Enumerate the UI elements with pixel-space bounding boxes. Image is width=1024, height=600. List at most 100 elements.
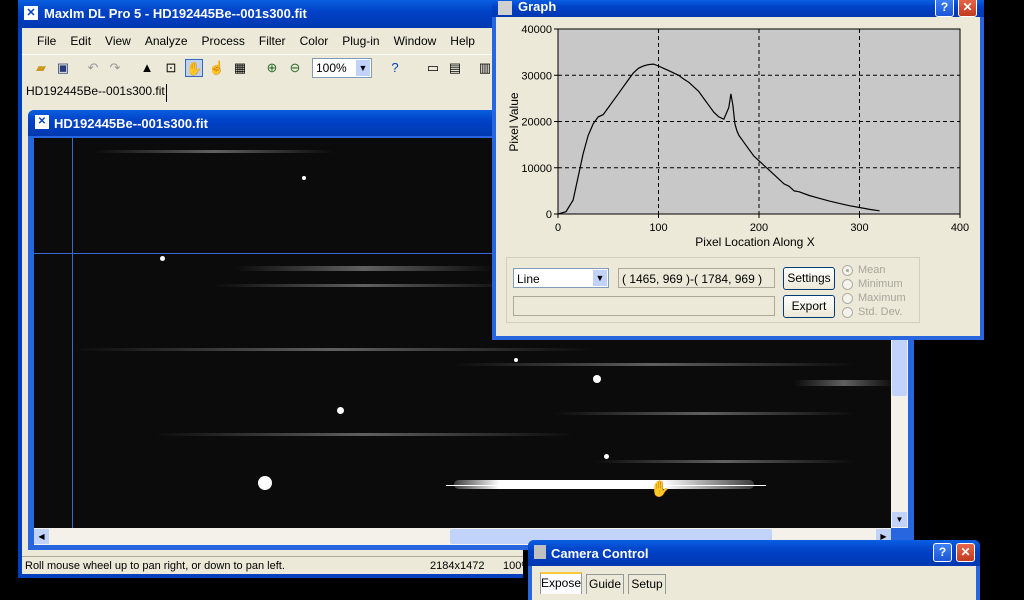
image-window-icon: ✕ [35, 115, 49, 129]
star [593, 375, 601, 383]
help-icon[interactable]: ? [933, 543, 952, 562]
tab-guide-label: Guide [588, 577, 622, 591]
spectrum-streak [74, 348, 594, 351]
chevron-down-icon: ▼ [593, 270, 607, 286]
scroll-down-icon[interactable]: ▼ [892, 512, 907, 527]
zoom-select[interactable]: 100% ▼ [312, 58, 372, 78]
settings-button[interactable]: Settings [783, 267, 835, 290]
spectrum-streak [234, 266, 494, 271]
tab-expose-label: Expose [541, 576, 582, 590]
stat-options: Mean Minimum Maximum Std. Dev. [842, 263, 912, 323]
document-tab-label: HD192445Be--001s300.fit [26, 84, 165, 98]
star [604, 454, 609, 459]
graph-titlebar[interactable]: Graph ? ✕ [492, 0, 984, 17]
mode-select[interactable]: Line ▼ [513, 268, 609, 288]
pan-icon[interactable]: ✋ [185, 59, 203, 77]
star [160, 256, 165, 261]
status-zoom: 100% [503, 560, 532, 572]
menu-filter[interactable]: Filter [259, 34, 286, 48]
redo-icon[interactable]: ↷ [106, 59, 124, 77]
tab-setup-label: Setup [631, 577, 663, 591]
chevron-down-icon: ▼ [356, 60, 370, 76]
y-tick-label: 30000 [521, 70, 552, 82]
measurement-line [446, 485, 766, 486]
stddev-radio[interactable] [842, 307, 853, 318]
menu-analyze[interactable]: Analyze [145, 34, 188, 48]
star [337, 407, 344, 414]
save-icon[interactable]: ▣ [54, 59, 72, 77]
mean-label: Mean [858, 264, 886, 276]
minimum-radio[interactable] [842, 279, 853, 290]
zoom-value: 100% [316, 61, 347, 75]
y-tick-label: 10000 [521, 163, 552, 175]
undo-icon[interactable]: ↶ [84, 59, 102, 77]
tab-expose[interactable]: Expose [540, 572, 582, 594]
menu-window[interactable]: Window [394, 34, 437, 48]
coords-text: ( 1465, 969 )-( 1784, 969 ) [622, 272, 763, 286]
y-tick-label: 40000 [521, 24, 552, 36]
fit-icon[interactable]: ⊡ [162, 59, 180, 77]
camera-title: Camera Control [551, 546, 649, 561]
tab-guide[interactable]: Guide [586, 574, 624, 594]
zoom-out-icon[interactable]: ⊖ [286, 59, 304, 77]
menu-edit[interactable]: Edit [70, 34, 91, 48]
y-tick-label: 0 [546, 209, 552, 221]
progress-field [513, 296, 775, 316]
x-tick-label: 200 [750, 222, 768, 234]
status-size: 2184x1472 [430, 560, 485, 572]
maximum-label: Maximum [858, 292, 906, 304]
menu-view[interactable]: View [105, 34, 131, 48]
spectrum-streak [454, 363, 854, 366]
mode-value: Line [517, 272, 540, 286]
spectrum-streak [554, 412, 854, 415]
camera-titlebar[interactable]: Camera Control ? ✕ [528, 540, 980, 566]
mean-radio[interactable] [842, 265, 853, 276]
star [514, 358, 518, 362]
hand-icon[interactable]: ☝ [208, 59, 226, 77]
star [258, 476, 272, 490]
graph-window-icon [498, 1, 512, 15]
tab-setup[interactable]: Setup [628, 574, 666, 594]
menu-help[interactable]: Help [450, 34, 475, 48]
zoom-in-icon[interactable]: ⊕ [263, 59, 281, 77]
help-icon[interactable]: ? [935, 0, 954, 17]
camera-window-icon [534, 545, 546, 559]
y-tick-label: 20000 [521, 117, 552, 129]
x-tick-label: 300 [850, 222, 868, 234]
context-help-icon[interactable]: ? [386, 59, 404, 77]
stddev-label: Std. Dev. [858, 306, 903, 318]
scroll-left-icon[interactable]: ◀ [34, 529, 49, 544]
menu-plugin[interactable]: Plug-in [342, 34, 379, 48]
spectrum-streak [794, 380, 891, 386]
document-tab[interactable]: HD192445Be--001s300.fit [26, 84, 167, 102]
properties-icon[interactable]: ▦ [231, 59, 249, 77]
minimum-label: Minimum [858, 278, 903, 290]
main-titlebar[interactable]: ✕ MaxIm DL Pro 5 - HD192445Be--001s300.f… [18, 0, 523, 28]
graph-window: Graph ? ✕ Pixel Value Pixel Location Alo… [492, 0, 984, 340]
export-button[interactable]: Export [783, 295, 835, 318]
spectrum-streak [154, 433, 574, 436]
stretch-icon[interactable]: ▲ [138, 59, 156, 77]
grid-icon[interactable]: ▤ [446, 59, 464, 77]
x-tick-label: 0 [555, 222, 561, 234]
open-icon[interactable]: ▰ [32, 59, 50, 77]
app-icon: ✕ [24, 6, 38, 20]
spectrum-streak [214, 284, 514, 287]
statusbar: Roll mouse wheel up to pan right, or dow… [22, 556, 531, 575]
menu-process[interactable]: Process [202, 34, 245, 48]
close-icon[interactable]: ✕ [958, 0, 977, 17]
graph-client: Pixel Value Pixel Location Along X 0 100 2… [496, 17, 980, 336]
x-tick-label: 400 [951, 222, 969, 234]
menu-color[interactable]: Color [300, 34, 329, 48]
ruler-icon[interactable]: ▭ [424, 59, 442, 77]
camera-client: Expose Guide Setup [532, 566, 976, 600]
maximum-radio[interactable] [842, 293, 853, 304]
profile-chart: Pixel Value Pixel Location Along X 0 100 2… [507, 24, 969, 249]
status-text: Roll mouse wheel up to pan right, or dow… [25, 560, 285, 572]
crosshair-vertical [72, 138, 73, 528]
spectrum-streak [594, 460, 854, 463]
close-icon[interactable]: ✕ [956, 543, 975, 562]
menu-file[interactable]: File [37, 34, 56, 48]
camera-window: Camera Control ? ✕ Expose Guide Setup [528, 540, 980, 600]
vscroll-thumb[interactable] [892, 338, 907, 396]
